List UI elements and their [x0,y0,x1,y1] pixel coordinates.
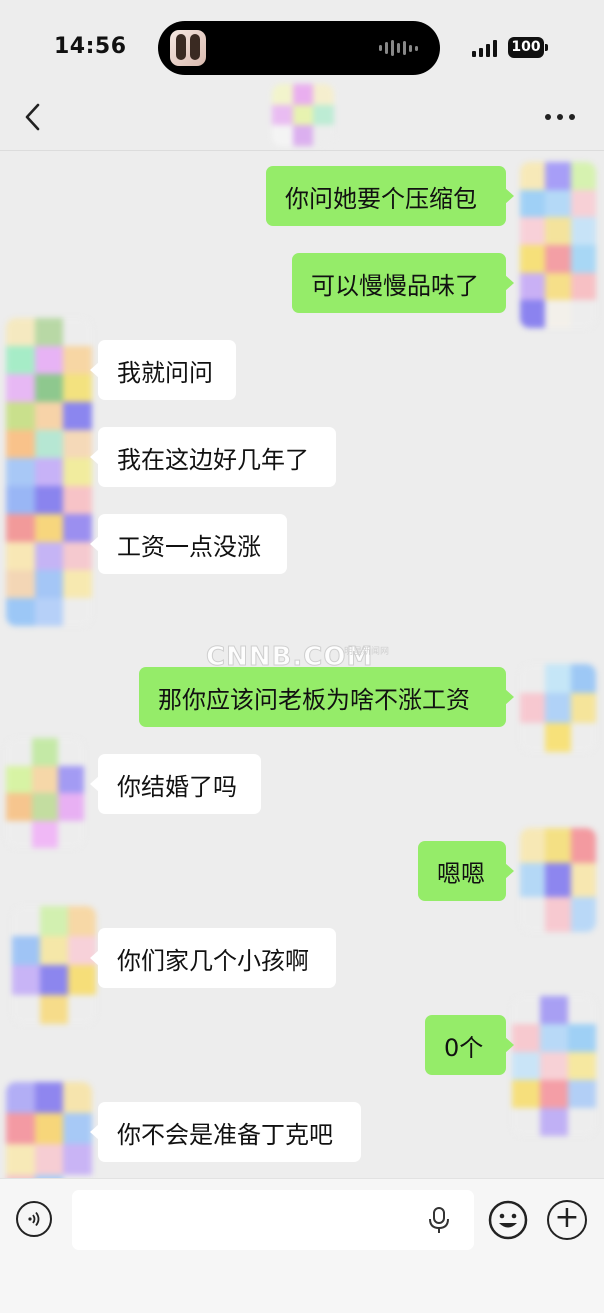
watermark-subtitle: 明星新闻网 [344,647,390,657]
message-bubble-outgoing[interactable]: 0个 [425,1015,514,1075]
nav-divider [0,150,604,151]
plus-icon[interactable]: + [547,1200,587,1240]
contact-avatar[interactable] [6,318,92,626]
message-bubble-incoming[interactable]: 你不会是准备丁克吧 [90,1102,361,1162]
dynamic-island [158,21,440,75]
signal-icon [472,40,497,57]
message-bubble-incoming[interactable]: 工资一点没涨 [90,514,287,574]
chevron-left-icon[interactable] [18,100,48,134]
my-avatar[interactable] [512,996,596,1136]
more-icon[interactable] [545,112,579,122]
status-time: 14:56 [54,34,127,59]
microphone-icon[interactable] [428,1206,450,1234]
message-bubble-incoming[interactable]: 你结婚了吗 [90,754,261,814]
my-avatar[interactable] [520,828,596,932]
message-bubble-incoming[interactable]: 你们家几个小孩啊 [90,928,336,988]
now-playing-thumbnail [170,30,206,66]
message-bubble-incoming[interactable]: 我在这边好几年了 [90,427,336,487]
message-bubble-outgoing[interactable]: 那你应该问老板为啥不涨工资 [139,667,514,727]
message-bubble-outgoing[interactable]: 嗯嗯 [418,841,514,901]
my-avatar[interactable] [520,162,596,328]
message-bubble-outgoing[interactable]: 可以慢慢品味了 [292,253,514,313]
contact-avatar[interactable] [12,906,96,1024]
contact-avatar-blurred [272,84,334,146]
my-avatar[interactable] [520,664,596,752]
message-bubble-outgoing[interactable]: 你问她要个压缩包 [266,166,514,226]
contact-avatar[interactable] [6,738,84,848]
message-bubble-incoming[interactable]: 我就问问 [90,340,236,400]
emoji-icon[interactable] [488,1200,528,1240]
voice-icon[interactable] [16,1201,52,1237]
message-input[interactable] [72,1190,474,1250]
audio-wave-icon [379,40,418,56]
battery-indicator: 100 [508,37,548,58]
